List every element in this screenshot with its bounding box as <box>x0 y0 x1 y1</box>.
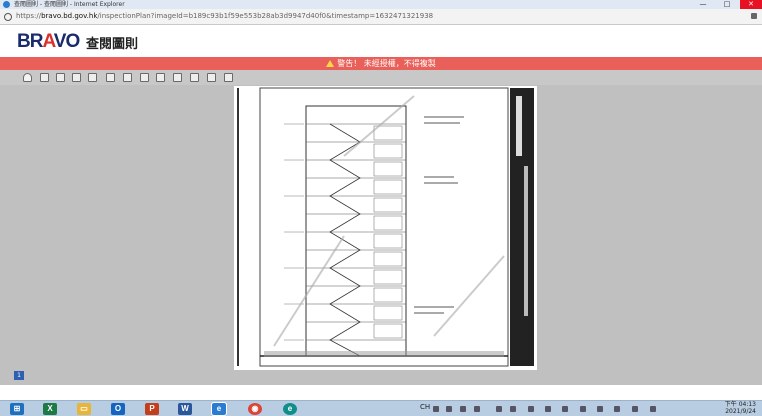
address-bar[interactable]: https://bravo.bd.gov.hk/inspectionPlan?i… <box>0 9 762 25</box>
network-icon[interactable] <box>510 406 516 412</box>
minimize-button[interactable]: — <box>692 0 714 9</box>
viewer-toolbar <box>0 70 762 85</box>
help-icon[interactable] <box>460 406 466 412</box>
warning-banner: 警告！ 未經授權，不得複製 <box>0 57 762 70</box>
rotate-left-icon[interactable] <box>173 73 182 82</box>
file-explorer-app[interactable]: ▭ <box>77 403 91 415</box>
warning-text: 警告！ 未經授權，不得複製 <box>337 59 436 68</box>
system-clock[interactable]: 下午 04:13 2021/9/24 <box>725 401 756 415</box>
help-icon[interactable] <box>224 73 233 82</box>
print-icon[interactable] <box>207 73 216 82</box>
hand-tool-icon[interactable] <box>23 73 32 82</box>
bravo-logo[interactable]: BRAVO <box>17 31 80 53</box>
lock-icon[interactable] <box>751 13 757 19</box>
magnify-icon[interactable] <box>156 73 165 82</box>
chrome-app[interactable]: ◉ <box>248 403 262 415</box>
site-name: 查閱圖則 <box>86 37 139 52</box>
input-language[interactable]: CH <box>420 403 430 411</box>
window-title: 查閱圖則 - 查閱圖則 - Internet Explorer <box>14 1 125 8</box>
zoom-in-icon[interactable] <box>56 73 65 82</box>
bluetooth-icon[interactable] <box>496 406 502 412</box>
rotate-right-icon[interactable] <box>190 73 199 82</box>
word-app[interactable]: W <box>178 403 192 415</box>
zoom-out-icon[interactable] <box>72 73 81 82</box>
pan-icon[interactable] <box>88 73 97 82</box>
warning-icon <box>326 60 335 67</box>
clock-date: 2021/9/24 <box>725 408 756 415</box>
page-indicator[interactable]: 1 <box>14 371 24 380</box>
wifi-icon[interactable] <box>597 406 603 412</box>
notification-icon[interactable] <box>632 406 638 412</box>
fit-page-icon[interactable] <box>123 73 132 82</box>
outlook-app[interactable]: O <box>111 403 125 415</box>
url-text[interactable]: https://bravo.bd.gov.hk/inspectionPlan?i… <box>16 12 433 20</box>
page-icon <box>4 13 12 21</box>
internet-explorer-icon <box>3 1 10 8</box>
settings-icon[interactable] <box>474 406 480 412</box>
document-viewer[interactable] <box>0 85 762 385</box>
powerpoint-app[interactable]: P <box>145 403 159 415</box>
speaker-icon[interactable] <box>614 406 620 412</box>
display-icon[interactable] <box>650 406 656 412</box>
ime-icon[interactable] <box>446 406 452 412</box>
volume-icon[interactable] <box>528 406 534 412</box>
fit-width-icon[interactable] <box>106 73 115 82</box>
close-button[interactable]: ✕ <box>740 0 762 9</box>
taskbar: ⊞ X ▭ O P W e ◉ e CH 下午 04:13 2021/9/24 <box>0 400 762 416</box>
clock-time: 下午 04:13 <box>724 401 756 408</box>
internet-explorer-app[interactable]: e <box>211 402 227 416</box>
edge-app[interactable]: e <box>283 403 297 415</box>
site-header: BRAVO 查閱圖則 <box>0 26 762 56</box>
start-button[interactable]: ⊞ <box>10 403 24 415</box>
keyboard-icon[interactable] <box>433 406 439 412</box>
select-tool-icon[interactable] <box>40 73 49 82</box>
excel-app[interactable]: X <box>43 403 57 415</box>
browser-window: 查閱圖則 - 查閱圖則 - Internet Explorer — □ ✕ ht… <box>0 0 762 400</box>
actual-size-icon[interactable] <box>140 73 149 82</box>
battery-icon[interactable] <box>580 406 586 412</box>
maximize-button[interactable]: □ <box>716 0 738 9</box>
building-plan-drawing <box>237 87 534 367</box>
onedrive-icon[interactable] <box>562 406 568 412</box>
security-icon[interactable] <box>545 406 551 412</box>
title-bar: 查閱圖則 - 查閱圖則 - Internet Explorer — □ ✕ <box>0 0 762 9</box>
building-plan-page[interactable] <box>234 86 537 370</box>
